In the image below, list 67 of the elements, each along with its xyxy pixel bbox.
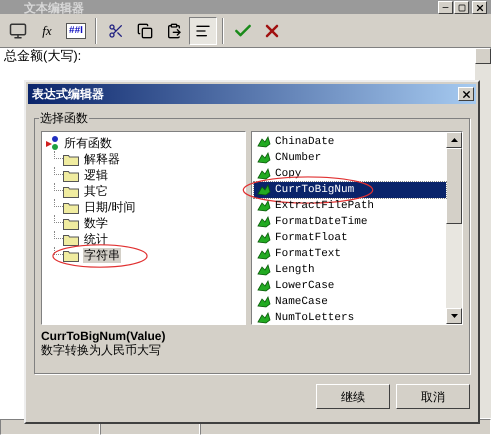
close-button[interactable]	[472, 1, 487, 14]
function-icon	[257, 136, 271, 148]
maximize-button[interactable]	[454, 1, 469, 14]
toolbar-button[interactable]	[189, 16, 217, 44]
function-item[interactable]: NameCase	[254, 294, 446, 310]
dialog-button[interactable]: 取消	[396, 384, 470, 409]
function-icon	[257, 168, 271, 180]
function-item[interactable]: ChinaDate	[254, 134, 446, 150]
function-icon	[257, 280, 271, 292]
tree-item[interactable]: 其它	[83, 184, 109, 198]
function-icon	[257, 248, 271, 260]
function-item[interactable]: LowerCase	[254, 278, 446, 294]
dialog-button[interactable]: 继续	[316, 384, 390, 409]
function-signature: CurrToBigNum(Value)	[41, 330, 166, 343]
maximize-icon	[458, 4, 466, 12]
tree-item[interactable]: 解释器	[83, 152, 121, 166]
function-item[interactable]: FormatText	[254, 246, 446, 262]
tree-item[interactable]: 数学	[83, 216, 109, 230]
function-icon	[257, 200, 271, 212]
function-icon	[257, 184, 271, 196]
dialog-close-button[interactable]	[458, 87, 474, 101]
tree-item[interactable]: 统计	[83, 232, 109, 246]
paste-icon	[166, 22, 182, 38]
function-item[interactable]: Copy	[254, 166, 446, 182]
close-icon	[474, 2, 484, 12]
toolbar-button[interactable]: ##I	[62, 16, 90, 44]
down-arrow-icon[interactable]	[450, 314, 458, 318]
function-item[interactable]: Length	[254, 262, 446, 278]
function-item[interactable]: NumToLetters	[254, 310, 446, 326]
align-left-icon	[195, 22, 211, 38]
function-item[interactable]: ExtractFilePath	[254, 198, 446, 214]
function-description: 数字转换为人民币大写	[41, 343, 162, 358]
folder-icon	[63, 216, 79, 230]
folder-icon	[63, 248, 79, 262]
tree-item[interactable]: 字符串	[83, 248, 121, 262]
function-item[interactable]: FormatFloat	[254, 230, 446, 246]
dialog-title: 表达式编辑器	[32, 86, 104, 103]
folder-icon	[63, 232, 79, 246]
shapes-icon	[46, 134, 60, 150]
copy-icon	[137, 22, 153, 38]
minimize-button[interactable]	[438, 1, 453, 14]
monitor-icon	[9, 22, 27, 40]
function-icon	[257, 312, 271, 324]
up-arrow-icon[interactable]	[450, 138, 458, 142]
tree-item[interactable]: 日期/时间	[83, 200, 136, 214]
function-icon	[257, 232, 271, 244]
tree-item[interactable]: 逻辑	[83, 168, 109, 182]
scroll-thumb[interactable]	[446, 148, 462, 224]
tree-root-label[interactable]: 所有函数	[64, 134, 112, 152]
group-label: 选择函数	[39, 110, 89, 126]
field-label: ##I	[66, 22, 86, 38]
folder-icon	[63, 184, 79, 198]
scissors-icon	[108, 22, 124, 38]
function-item[interactable]: CNumber	[254, 150, 446, 166]
folder-icon	[63, 152, 79, 166]
function-label: fx	[42, 22, 52, 40]
function-icon	[257, 264, 271, 276]
function-item[interactable]: CurrToBigNum	[254, 182, 446, 198]
window-title: 文本编辑器	[23, 2, 84, 14]
toolbar-button[interactable]: fx	[33, 16, 61, 44]
close-icon	[460, 88, 472, 100]
folder-icon	[63, 200, 79, 214]
function-item[interactable]: FormatDateTime	[254, 214, 446, 230]
function-icon	[257, 152, 271, 164]
folder-icon	[63, 168, 79, 182]
function-icon	[257, 296, 271, 308]
function-icon	[257, 216, 271, 228]
